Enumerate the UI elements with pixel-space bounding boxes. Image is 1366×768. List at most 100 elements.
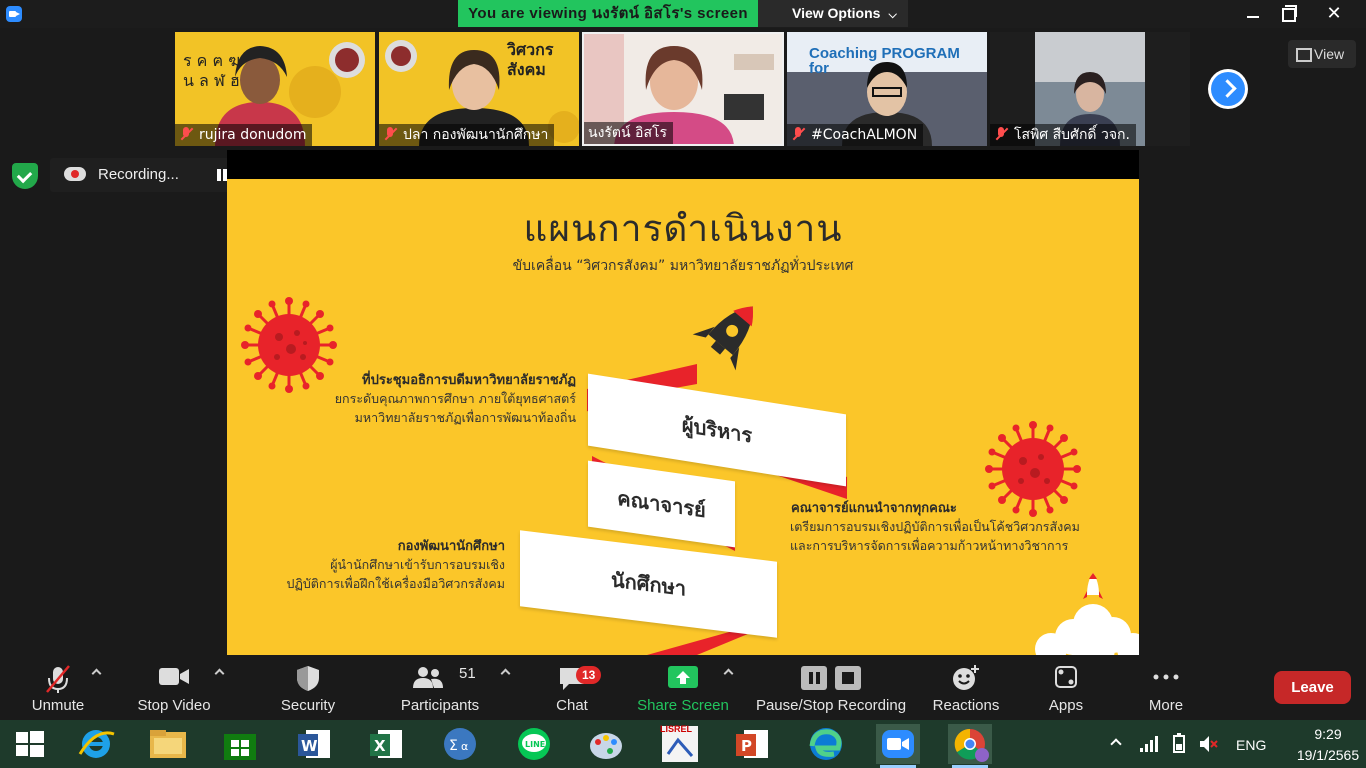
word-icon[interactable]: W [292, 724, 336, 764]
zoom-logo-icon [6, 6, 22, 22]
right-heading: คณาจารย์แกนนำจากทุกคณะ [791, 501, 957, 516]
participant-name: โสพิศ สืบศักดิ์ วจก. [1014, 127, 1130, 143]
start-icon[interactable] [8, 724, 52, 764]
left-bottom-line1: ผู้นำนักศึกษาเข้ารับการอบรมเชิง [330, 557, 505, 572]
right-line1: เตรียมการอบรมเชิงปฏิบัติการเพื่อเป็นโค้ช… [790, 519, 1080, 534]
zoom-window: You are viewing นงรัตน์ อิสโร's screen V… [0, 0, 1366, 768]
clock-date[interactable]: 19/1/2565 [1288, 747, 1366, 763]
security-button[interactable]: Security [270, 656, 346, 720]
participants-button[interactable]: 51 Participants [394, 656, 486, 720]
left-top-line1: ยกระดับคุณภาพการศึกษา ภายใต้ยุทธศาสตร์ [334, 391, 576, 406]
left-top-heading: ที่ประชุมอธิการบดีมหาวิทยาลัยราชภัฏ [362, 373, 576, 388]
excel-icon[interactable]: X [364, 724, 408, 764]
file-explorer-icon[interactable] [146, 724, 190, 764]
clock-time[interactable]: 9:29 [1288, 726, 1366, 742]
background-sign: วิศวกร สังคม [507, 40, 554, 79]
apps-icon [1055, 666, 1077, 688]
leave-button[interactable]: Leave [1274, 671, 1351, 704]
internet-explorer-icon[interactable] [74, 724, 118, 764]
participant-name: นงรัตน์ อิสโร [588, 125, 668, 141]
viewing-banner: You are viewing นงรัตน์ อิสโร's screen [458, 0, 758, 27]
participant-name-label: ปลา กองพัฒนานักศึกษา [379, 124, 555, 146]
participant-name-label: นงรัตน์ อิสโร [584, 122, 674, 144]
participant-name: rujira donudom [199, 127, 307, 143]
participant-name-label: โสพิศ สืบศักดิ์ วจก. [990, 124, 1136, 146]
store-icon[interactable] [218, 724, 262, 764]
input-language[interactable]: ENG [1236, 737, 1266, 753]
participant-tile[interactable]: ร ค ฅ ฆ น ล ฬ ฮ rujira donudom [175, 32, 375, 146]
participants-count: 51 [459, 665, 476, 682]
zoom-icon[interactable] [876, 724, 920, 768]
rocket-icon [692, 306, 754, 371]
share-screen-icon [668, 666, 698, 688]
reactions-smiley-icon [953, 665, 979, 690]
left-bottom-line2: ปฏิบัติการเพื่อฝึกใช้เครื่องมือวิศวกรสัง… [286, 576, 505, 591]
apps-button[interactable]: Apps [1036, 656, 1096, 720]
background-banner: Coaching PROGRAM for [809, 45, 960, 77]
participant-tile[interactable]: Coaching PROGRAM for #CoachALMON [787, 32, 987, 146]
encryption-shield-icon[interactable] [12, 163, 38, 189]
chrome-icon[interactable] [948, 724, 992, 768]
unmute-button[interactable]: Unmute [22, 656, 94, 720]
svg-text:P: P [741, 737, 752, 755]
shared-screen-top-bar [227, 150, 1139, 179]
participant-tile-active-speaker[interactable]: นงรัตน์ อิสโร [582, 32, 784, 146]
participants-options-caret-icon[interactable] [500, 668, 511, 679]
windows-taskbar: W X Σα LINE LISREL P ENG 9:29 19/1/2565 [0, 720, 1366, 768]
meeting-toolbar: Unmute Stop Video Security 51 Participan… [0, 656, 1366, 720]
participant-name: ปลา กองพัฒนานักศึกษา [403, 127, 549, 143]
chat-unread-badge: 13 [576, 666, 602, 684]
pause-stop-recording-label: Pause/Stop Recording [755, 697, 907, 714]
participant-name: #CoachALMON [811, 127, 918, 143]
tray-expand-icon[interactable] [1110, 738, 1122, 750]
more-label: More [1148, 697, 1184, 714]
lisrel-label: LISREL [660, 724, 693, 734]
left-bottom-heading: กองพัฒนานักศึกษา [397, 539, 505, 554]
calculator-icon[interactable]: Σα [438, 724, 482, 764]
battery-icon[interactable] [1168, 732, 1190, 754]
video-camera-icon [159, 668, 189, 685]
view-options-button[interactable]: View Options ⌵ [758, 0, 908, 27]
svg-text:LINE: LINE [525, 740, 545, 749]
stop-video-button[interactable]: Stop Video [130, 656, 218, 720]
paint-icon[interactable] [584, 724, 628, 764]
apps-label: Apps [1048, 697, 1084, 714]
svg-text:W: W [301, 737, 318, 755]
view-label: View [1314, 46, 1345, 62]
edge-icon[interactable] [804, 724, 848, 764]
view-options-label: View Options [792, 5, 881, 21]
smoke-cloud [1035, 604, 1139, 655]
volume-muted-icon[interactable] [1198, 733, 1220, 755]
reactions-button[interactable]: Reactions [928, 656, 1004, 720]
svg-text:น ล ฬ ฮ: น ล ฬ ฮ [183, 71, 240, 90]
mic-muted-icon [179, 127, 193, 141]
mic-muted-icon [46, 665, 70, 693]
more-button[interactable]: More [1136, 656, 1196, 720]
chat-button[interactable]: 13 Chat [540, 656, 604, 720]
svg-text:ร ค ฅ ฆ: ร ค ฅ ฆ [183, 51, 240, 70]
security-label: Security [280, 697, 336, 714]
maximize-button[interactable] [1266, 0, 1310, 27]
pause-stop-recording-button[interactable]: Pause/Stop Recording [752, 656, 910, 720]
participants-label: Participants [400, 697, 480, 714]
participant-tile[interactable]: วิศวกร สังคม ปลา กองพัฒนานักศึกษา [379, 32, 579, 146]
close-button[interactable]: ✕ [1312, 0, 1356, 27]
mic-muted-icon [994, 127, 1008, 141]
line-icon[interactable]: LINE [512, 724, 556, 764]
virus-icon [241, 297, 337, 393]
network-signal-icon[interactable] [1138, 734, 1158, 754]
chat-label: Chat [556, 697, 588, 714]
share-screen-button[interactable]: Share Screen [632, 656, 734, 720]
participant-tile[interactable]: โสพิศ สืบศักดิ์ วจก. [990, 32, 1190, 146]
cloud-recording-icon [64, 167, 86, 181]
participant-name-label: rujira donudom [175, 124, 313, 146]
mic-muted-icon [383, 127, 397, 141]
svg-text:α: α [461, 740, 468, 753]
participants-icon [413, 667, 443, 688]
lisrel-icon[interactable]: LISREL [658, 724, 702, 764]
view-button[interactable]: View [1288, 40, 1356, 68]
next-page-arrow-icon[interactable] [1208, 69, 1248, 109]
svg-text:Σ: Σ [449, 738, 458, 754]
powerpoint-icon[interactable]: P [730, 724, 774, 764]
title-bar: You are viewing นงรัตน์ อิสโร's screen V… [0, 0, 1366, 28]
